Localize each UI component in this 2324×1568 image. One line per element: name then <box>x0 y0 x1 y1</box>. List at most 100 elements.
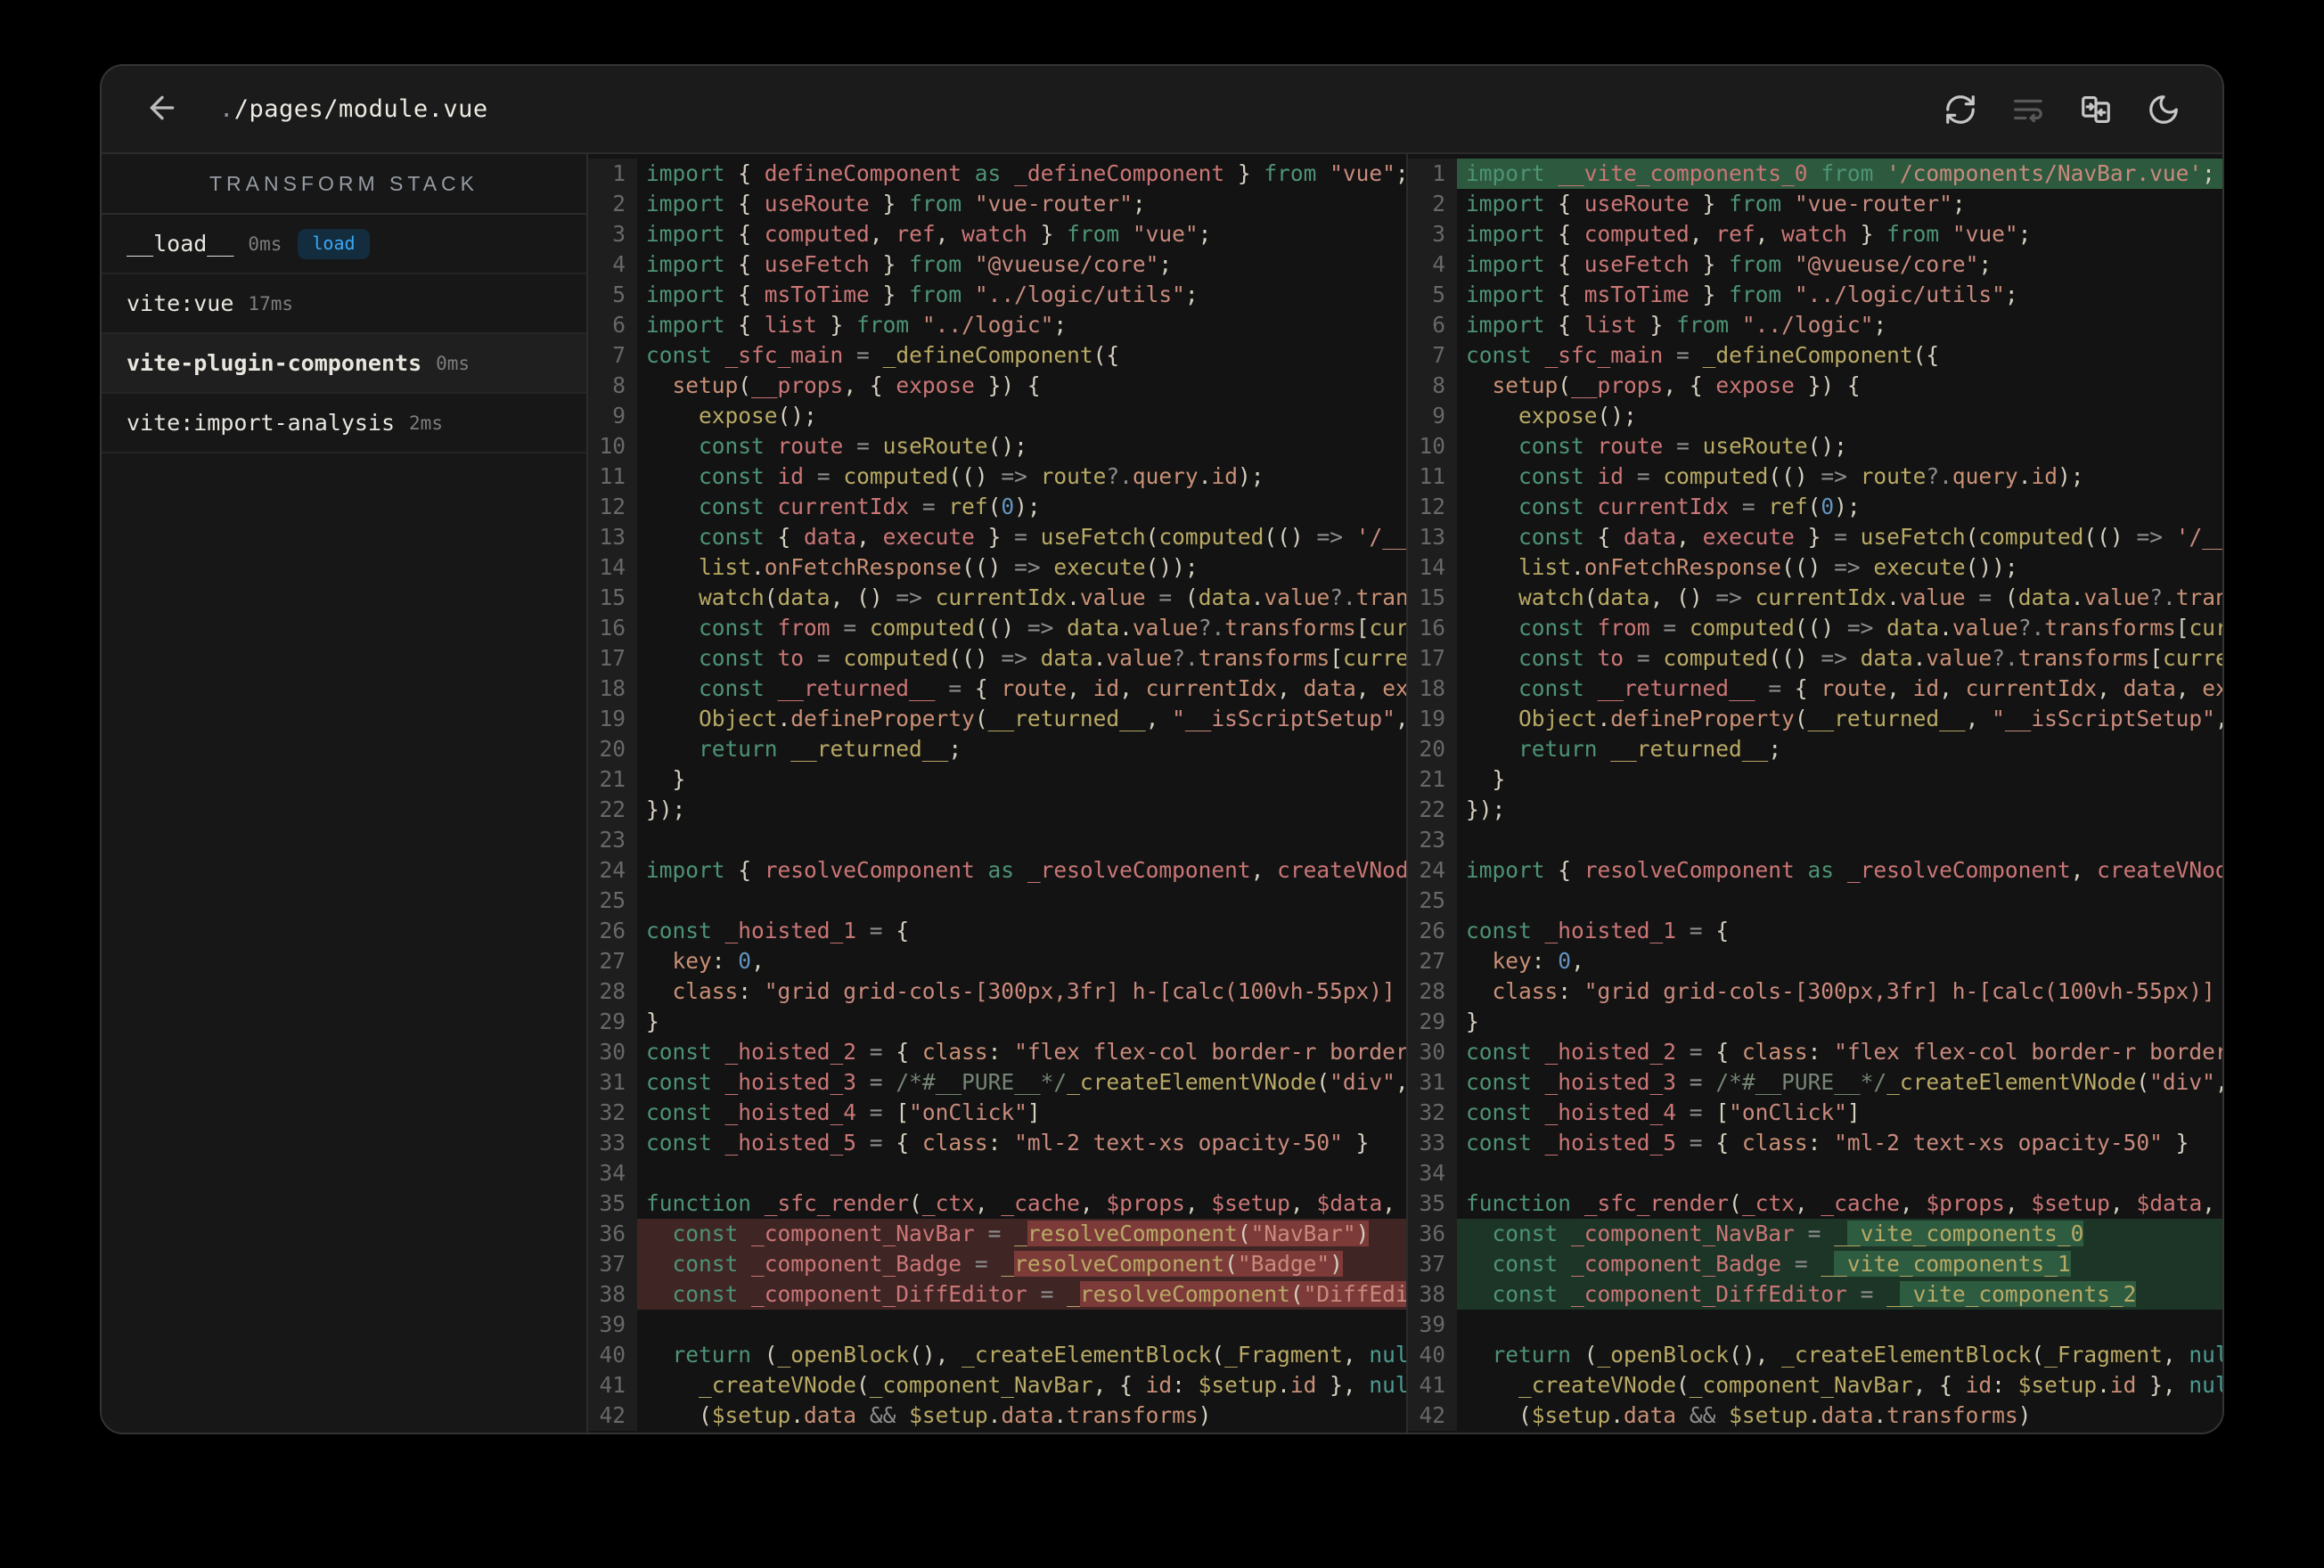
code-line: 37 const _component_Badge = _resolveComp… <box>588 1249 1406 1279</box>
line-number: 19 <box>1408 704 1457 734</box>
line-number: 32 <box>588 1098 637 1128</box>
code-line: 2 import { useRoute } from "vue-router"; <box>1408 189 2222 219</box>
line-number: 6 <box>588 310 637 340</box>
line-number: 35 <box>1408 1188 1457 1219</box>
sidebar-item-vite-import-analysis[interactable]: vite:import-analysis 2ms <box>102 394 586 453</box>
line-number: 31 <box>1408 1067 1457 1098</box>
code-line: 31 const _hoisted_3 = /*#__PURE__*/_creat… <box>588 1067 1406 1098</box>
transform-stack-title: TRANSFORM STACK <box>102 154 586 215</box>
code-line: 10 const route = useRoute(); <box>1408 431 2222 461</box>
code-line: 29} <box>1408 1007 2222 1037</box>
inspector-window: ./pages/module.vue TRANSFORM STACK __loa… <box>100 64 2224 1434</box>
refresh-icon[interactable] <box>1943 92 1978 127</box>
code-line: 4 import { useFetch } from "@vueuse/core"… <box>1408 249 2222 280</box>
side-by-side-diff-icon[interactable] <box>2078 92 2114 127</box>
plugin-name: vite-plugin-components <box>127 350 422 376</box>
line-number: 2 <box>1408 189 1457 219</box>
code-line: 14 list.onFetchResponse(() => execute())… <box>588 552 1406 583</box>
line-number: 5 <box>588 280 637 310</box>
line-number: 36 <box>588 1219 637 1249</box>
line-number: 15 <box>1408 583 1457 613</box>
line-number: 24 <box>1408 855 1457 886</box>
code-line: 24 import { resolveComponent as _resolveC… <box>1408 855 2222 886</box>
code-panel-before[interactable]: 1 import { defineComponent as _defineComp… <box>588 154 1406 1433</box>
line-number: 24 <box>588 855 637 886</box>
line-number: 11 <box>588 461 637 492</box>
code-line: 2 import { useRoute } from "vue-router"; <box>588 189 1406 219</box>
line-number: 30 <box>588 1037 637 1067</box>
line-number: 32 <box>1408 1098 1457 1128</box>
code-line: 36 const _component_NavBar = _resolveCom… <box>588 1219 1406 1249</box>
sidebar-item-vite-plugin-components[interactable]: vite-plugin-components 0ms <box>102 334 586 394</box>
code-line: 9 expose(); <box>588 401 1406 431</box>
line-number: 6 <box>1408 310 1457 340</box>
sidebar-item-vite-vue[interactable]: vite:vue 17ms <box>102 274 586 334</box>
code-line: 14 list.onFetchResponse(() => execute())… <box>1408 552 2222 583</box>
line-number: 7 <box>588 340 637 371</box>
line-number: 28 <box>1408 976 1457 1007</box>
line-number: 37 <box>588 1249 637 1279</box>
code-line: 23 <box>1408 825 2222 855</box>
back-button[interactable] <box>143 90 182 129</box>
plugin-name: vite:import-analysis <box>127 410 396 436</box>
code-line: 15 watch(data, () => currentIdx.value = … <box>588 583 1406 613</box>
code-line: 15 watch(data, () => currentIdx.value = … <box>1408 583 2222 613</box>
line-number: 13 <box>1408 522 1457 552</box>
code-line: 30 const _hoisted_2 = { class: "flex flex… <box>588 1037 1406 1067</box>
line-number: 23 <box>588 825 637 855</box>
line-number: 17 <box>1408 643 1457 674</box>
topbar-actions <box>1943 92 2181 127</box>
line-number: 17 <box>588 643 637 674</box>
code-line: 13 const { data, execute } = useFetch(co… <box>588 522 1406 552</box>
plugin-time: 17ms <box>248 292 293 314</box>
line-number: 15 <box>588 583 637 613</box>
code-panel-after[interactable]: 1 import __vite_components_0 from '/compo… <box>1406 154 2222 1433</box>
code-line: 32 const _hoisted_4 = ["onClick"] <box>1408 1098 2222 1128</box>
code-line: 7 const _sfc_main = _defineComponent({ <box>1408 340 2222 371</box>
line-number: 2 <box>588 189 637 219</box>
line-number: 41 <box>1408 1370 1457 1401</box>
line-number: 16 <box>588 613 637 643</box>
line-number: 23 <box>1408 825 1457 855</box>
code-line: 41 _createVNode(_component_NavBar, { id:… <box>588 1370 1406 1401</box>
code-line: 28 class: "grid grid-cols-[300px,3fr] h-… <box>1408 976 2222 1007</box>
code-line: 22}); <box>1408 795 2222 825</box>
line-number: 41 <box>588 1370 637 1401</box>
line-number: 27 <box>1408 946 1457 976</box>
line-number: 4 <box>1408 249 1457 280</box>
line-number: 21 <box>588 764 637 795</box>
line-number: 4 <box>588 249 637 280</box>
dark-mode-moon-icon[interactable] <box>2146 92 2181 127</box>
line-number: 10 <box>588 431 637 461</box>
line-number: 20 <box>1408 734 1457 764</box>
load-badge: load <box>298 228 370 259</box>
line-number: 14 <box>1408 552 1457 583</box>
line-number: 1 <box>1408 159 1457 189</box>
sidebar-item-load[interactable]: __load__ 0ms load <box>102 215 586 274</box>
code-line: 20 return __returned__; <box>1408 734 2222 764</box>
line-number: 40 <box>588 1340 637 1370</box>
line-number: 27 <box>588 946 637 976</box>
line-number: 42 <box>1408 1401 1457 1431</box>
code-line: 29} <box>588 1007 1406 1037</box>
line-number: 21 <box>1408 764 1457 795</box>
line-number: 36 <box>1408 1219 1457 1249</box>
line-number: 34 <box>588 1158 637 1188</box>
code-line: 11 const id = computed(() => route?.quer… <box>1408 461 2222 492</box>
code-line: 26 const _hoisted_1 = { <box>1408 916 2222 946</box>
code-line: 28 class: "grid grid-cols-[300px,3fr] h-… <box>588 976 1406 1007</box>
code-line: 36 const _component_NavBar = __vite_comp… <box>1408 1219 2222 1249</box>
line-number: 33 <box>588 1128 637 1158</box>
line-number: 12 <box>1408 492 1457 522</box>
line-number: 20 <box>588 734 637 764</box>
code-line: 17 const to = computed(() => data.value?… <box>588 643 1406 674</box>
code-line: 3 import { computed, ref, watch } from "v… <box>588 219 1406 249</box>
line-number: 40 <box>1408 1340 1457 1370</box>
line-number: 1 <box>588 159 637 189</box>
line-number: 25 <box>1408 886 1457 916</box>
code-line: 42 ($setup.data && $setup.data.transform… <box>1408 1401 2222 1431</box>
code-line: 16 const from = computed(() => data.valu… <box>1408 613 2222 643</box>
code-line: 9 expose(); <box>1408 401 2222 431</box>
word-wrap-icon[interactable] <box>2010 92 2046 127</box>
code-line: 12 const currentIdx = ref(0); <box>588 492 1406 522</box>
